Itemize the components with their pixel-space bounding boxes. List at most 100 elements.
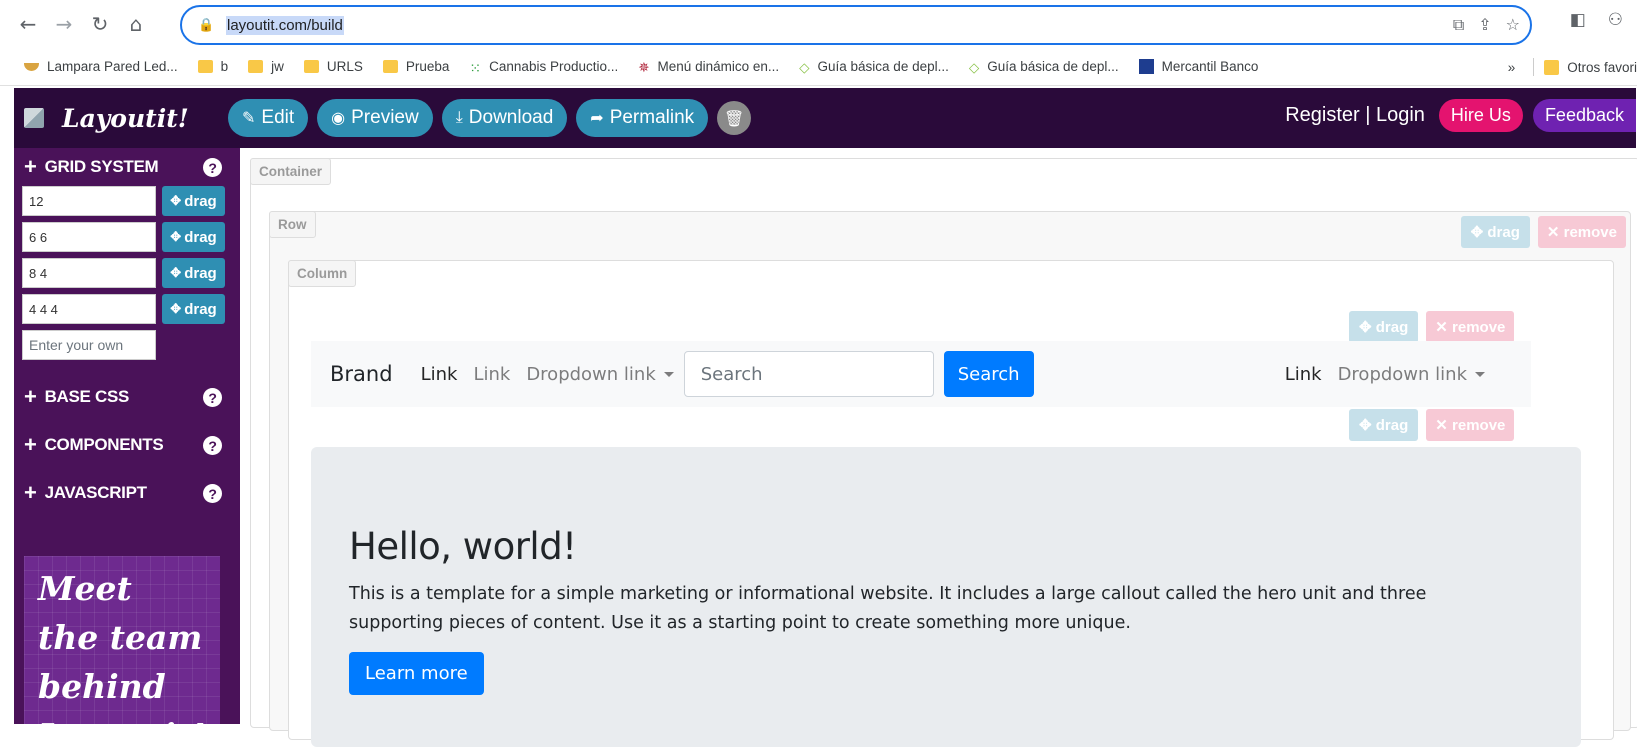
help-icon[interactable]: ?: [203, 436, 222, 455]
share-icon[interactable]: ⇪: [1478, 15, 1491, 35]
navbar-right-dropdown[interactable]: Dropdown link: [1338, 364, 1485, 385]
browser-toolbar: ← → ↻ ⌂ 🔒 layoutit.com/build ⧉ ⇪ ☆ ◧ ⚇: [0, 0, 1637, 48]
address-bar[interactable]: 🔒 layoutit.com/build ⧉ ⇪ ☆: [180, 5, 1532, 45]
drag-button[interactable]: ✥ drag: [162, 294, 225, 324]
bookmark-item[interactable]: ◇ Guía básica de depl...: [969, 59, 1119, 75]
navbar-brand[interactable]: Brand: [330, 362, 393, 386]
row-drag-button[interactable]: ✥ drag: [1460, 216, 1530, 248]
bookmark-item[interactable]: ⁙ Cannabis Productio...: [469, 59, 618, 76]
bookmark-item[interactable]: jw: [248, 59, 284, 74]
edit-icon: ✎: [242, 110, 256, 127]
bookmark-item[interactable]: ✵ Menú dinámico en...: [638, 59, 779, 75]
jumbotron-remove-button[interactable]: ✕ remove: [1426, 409, 1515, 441]
caret-down-icon: [663, 372, 674, 377]
permalink-button[interactable]: ➦ Permalink: [576, 99, 709, 137]
folder-icon: [248, 60, 264, 73]
diamond-icon: ◇: [799, 60, 810, 75]
url-text[interactable]: layoutit.com/build: [226, 15, 344, 35]
translate-icon[interactable]: ⧉: [1453, 15, 1464, 35]
grid-row-item: 4 4 4 ✥ drag: [22, 294, 240, 324]
move-icon: ✥: [170, 301, 182, 316]
back-arrow-icon[interactable]: ←: [12, 8, 44, 40]
help-icon[interactable]: ?: [203, 388, 222, 407]
custom-grid-input[interactable]: Enter your own: [22, 330, 156, 360]
base-css-section[interactable]: + BASE CSS ?: [14, 382, 240, 412]
folder-icon: [1544, 59, 1560, 75]
register-login-link[interactable]: Register | Login: [1285, 104, 1425, 127]
column-label: Column: [288, 260, 357, 287]
app-header: Layoutit! ✎ Edit ◉ Preview ⤓ Download ➦ Perm…: [14, 88, 1636, 148]
side-panel-icon[interactable]: ◧: [1570, 10, 1586, 30]
plus-icon: +: [24, 480, 37, 505]
help-icon[interactable]: ?: [203, 484, 222, 503]
move-icon: ✥: [170, 229, 182, 244]
bookmark-item[interactable]: Mercantil Banco: [1138, 59, 1258, 74]
help-icon[interactable]: ?: [203, 158, 222, 177]
reload-icon[interactable]: ↻: [84, 8, 116, 40]
bookmark-item[interactable]: b: [197, 59, 228, 74]
trash-icon[interactable]: 🗑: [717, 101, 752, 135]
folder-icon: [382, 60, 398, 73]
navbar-link[interactable]: Link: [473, 364, 510, 385]
bookmark-item[interactable]: ◇ Guía básica de depl...: [799, 59, 949, 75]
grid-row-item: 12 ✥ drag: [22, 186, 240, 216]
jumbotron-controls: ✥ drag ✕ remove: [1349, 409, 1515, 441]
logo[interactable]: Layoutit!: [14, 104, 228, 133]
components-section[interactable]: + COMPONENTS ?: [14, 430, 240, 460]
bookmark-star-icon[interactable]: ☆: [1506, 15, 1520, 35]
navbar-dropdown[interactable]: Dropdown link: [526, 364, 674, 385]
navbar-search-button[interactable]: Search: [943, 351, 1034, 397]
plus-icon: +: [24, 154, 37, 179]
dots-icon: ⁙: [469, 60, 482, 76]
hire-us-button[interactable]: Hire Us: [1438, 99, 1523, 132]
team-banner[interactable]: Meet the team behind Layoutit!: [24, 556, 220, 724]
column-block[interactable]: Column ✥ drag ✕ remove Brand Link Link D…: [288, 260, 1614, 747]
bookmark-item[interactable]: Prueba: [382, 59, 449, 74]
navbar-link-active[interactable]: Link: [421, 364, 458, 385]
download-button[interactable]: ⤓ Download: [441, 99, 568, 137]
grid-input[interactable]: 8 4: [22, 258, 156, 288]
navbar-drag-button[interactable]: ✥ drag: [1349, 311, 1419, 343]
edit-button[interactable]: ✎ Edit: [228, 99, 309, 137]
row-controls: ✥ drag ✕ remove: [1460, 216, 1626, 248]
drag-button[interactable]: ✥ drag: [162, 258, 225, 288]
home-icon[interactable]: ⌂: [120, 8, 152, 40]
navbar-remove-button[interactable]: ✕ remove: [1426, 311, 1515, 343]
plus-icon: +: [24, 384, 37, 409]
move-icon: ✥: [170, 265, 182, 280]
grid-system-section[interactable]: + GRID SYSTEM ?: [14, 152, 240, 182]
folder-icon: [303, 60, 319, 73]
forward-arrow-icon[interactable]: →: [48, 8, 80, 40]
more-bookmarks-button[interactable]: »: [1508, 60, 1516, 75]
learn-more-button[interactable]: Learn more: [349, 652, 484, 695]
container-label: Container: [250, 158, 332, 185]
bookmark-item[interactable]: Lampara Pared Led...: [24, 59, 178, 74]
bookmarks-bar: Lampara Pared Led... b jw URLS Prueba ⁙ C…: [0, 48, 1637, 86]
javascript-section[interactable]: + JAVASCRIPT ?: [14, 478, 240, 508]
cube-icon: [24, 108, 44, 128]
preview-button[interactable]: ◉ Preview: [317, 99, 433, 137]
grid-input[interactable]: 6 6: [22, 222, 156, 252]
sidebar: + GRID SYSTEM ? 12 ✥ drag 6 6 ✥ drag 8 4 ✥…: [14, 148, 240, 724]
download-icon: ⤓: [455, 109, 463, 126]
navbar-search-input[interactable]: Search: [683, 351, 934, 397]
caret-down-icon: [1475, 372, 1485, 377]
row-remove-button[interactable]: ✕ remove: [1537, 216, 1626, 248]
eye-icon: ◉: [331, 110, 346, 127]
profile-icon[interactable]: ⚇: [1608, 10, 1623, 30]
grid-input[interactable]: 4 4 4: [22, 294, 156, 324]
bookmark-item[interactable]: URLS: [303, 59, 363, 74]
lock-icon[interactable]: 🔒: [198, 18, 218, 33]
row-block[interactable]: Row ✥ drag ✕ remove Column ✥ drag ✕ remo…: [269, 211, 1631, 747]
container-block[interactable]: Container Row ✥ drag ✕ remove Column ✥ d…: [250, 158, 1637, 747]
drag-button[interactable]: ✥ drag: [162, 186, 225, 216]
navbar-right-link[interactable]: Link: [1285, 364, 1322, 385]
move-icon: ✥: [170, 193, 182, 208]
jumbotron-drag-button[interactable]: ✥ drag: [1349, 409, 1419, 441]
other-bookmarks[interactable]: Otros favori: [1567, 60, 1637, 75]
drag-button[interactable]: ✥ drag: [162, 222, 225, 252]
grid-input[interactable]: 12: [22, 186, 156, 216]
jumbotron-preview: Hello, world! This is a template for a s…: [311, 447, 1581, 747]
bank-icon: [1138, 59, 1154, 74]
feedback-button[interactable]: Feedback: [1532, 99, 1636, 132]
